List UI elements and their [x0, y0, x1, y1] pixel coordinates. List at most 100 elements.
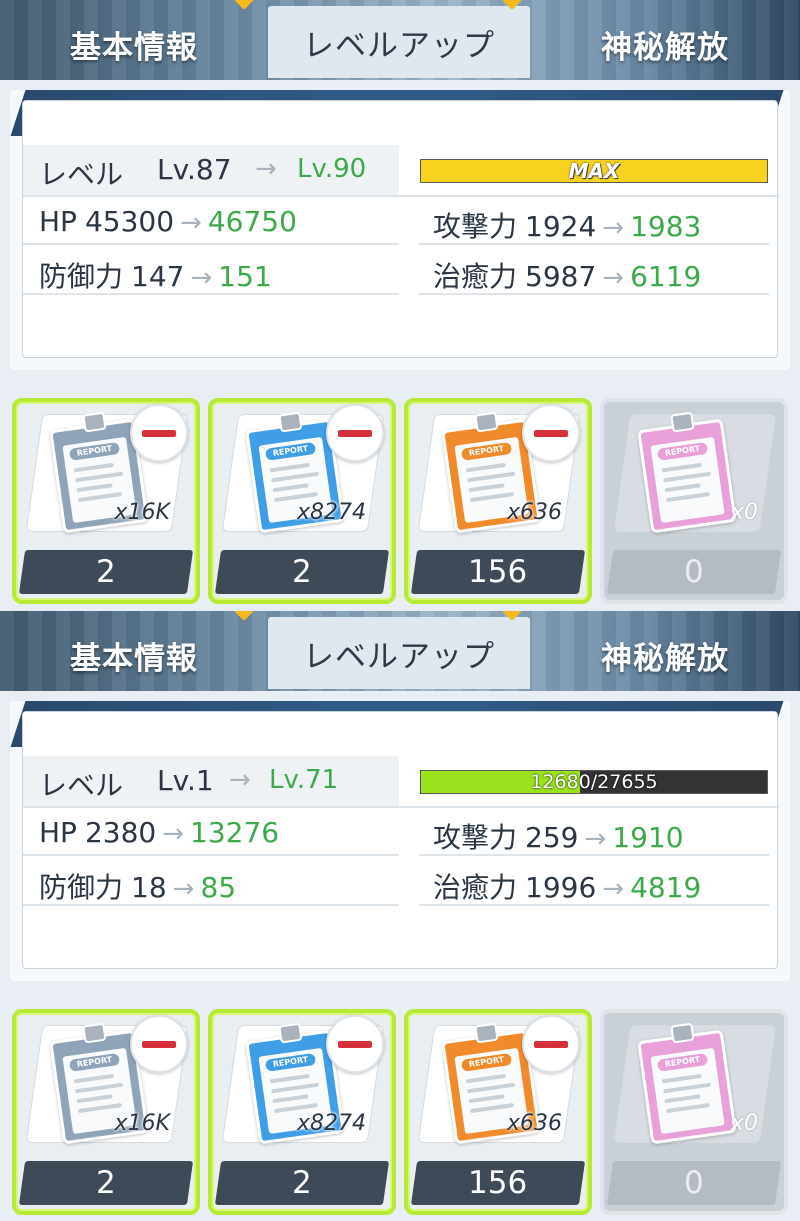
stat-def: 防御力 18 → 85: [39, 866, 236, 906]
material-slot[interactable]: REPORT x636 156: [404, 398, 592, 604]
stat-target: 151: [218, 260, 272, 293]
material-slot[interactable]: REPORT x16K 2: [12, 1009, 200, 1215]
selected-count-value: 0: [684, 554, 704, 590]
stat-heal: 治癒力 1996 → 4819: [433, 866, 701, 906]
stat-target: 4819: [630, 871, 702, 904]
material-slot[interactable]: REPORT x636 156: [404, 1009, 592, 1215]
report-clipboard-icon: REPORT: [637, 411, 737, 534]
arrow-right-icon: →: [172, 874, 195, 904]
stat-label: 治癒力: [433, 260, 518, 293]
stat-target: 85: [200, 871, 237, 904]
tab-bar: 基本情報 レベルアップ 神秘解放: [0, 611, 800, 691]
selected-count-value: 2: [96, 1165, 116, 1201]
selected-count-value: 2: [292, 1165, 312, 1201]
tab-level-up[interactable]: レベルアップ: [268, 617, 530, 689]
levelup-screen-2: 基本情報 レベルアップ 神秘解放 強化情報 レベル Lv.1 → Lv.71 1…: [0, 611, 800, 1221]
material-slot[interactable]: REPORT x16K 2: [12, 398, 200, 604]
stat-def: 防御力 147 → 151: [39, 255, 272, 295]
exp-bar: MAX: [420, 159, 768, 183]
report-tag: REPORT: [68, 1052, 121, 1072]
decrease-button[interactable]: [326, 404, 384, 462]
material-slot[interactable]: REPORT x8274 2: [208, 398, 396, 604]
stat-label: 治癒力: [433, 871, 518, 904]
owned-quantity: x636: [506, 1111, 562, 1136]
owned-quantity: x0: [730, 500, 758, 525]
stat-current: 5987: [525, 260, 597, 293]
stat-hp: HP 45300 → 46750: [39, 205, 297, 238]
level-target: Lv.90: [297, 154, 367, 184]
stat-label: HP: [39, 205, 77, 238]
levelup-screen-1: 基本情報 レベルアップ 神秘解放 強化情報 レベル Lv.87 → Lv.90 …: [0, 0, 800, 610]
tab-basic-info[interactable]: 基本情報: [0, 8, 268, 80]
report-tag: REPORT: [264, 441, 317, 461]
stat-label: 攻撃力: [433, 821, 518, 854]
owned-quantity: x8274: [296, 500, 366, 525]
stat-atk: 攻撃力 1924 → 1983: [433, 205, 701, 245]
arrow-right-icon: →: [180, 208, 202, 238]
enhance-info-card: 強化情報 レベル Lv.1 → Lv.71 12680/27655 HP2380…: [10, 701, 790, 981]
stats-table: レベル Lv.1 → Lv.71 12680/27655 HP 2380 → 1327…: [22, 711, 779, 969]
minus-icon: [338, 1040, 372, 1048]
report-tag: REPORT: [656, 441, 709, 461]
minus-icon: [338, 429, 372, 437]
material-slot[interactable]: REPORT x0 0: [600, 398, 788, 604]
stat-row: HP 2380 → 13276 攻撃力 259 → 1910: [23, 808, 779, 856]
owned-quantity: x16K: [114, 500, 170, 525]
level-row: レベル Lv.87 → Lv.90 MAX: [23, 145, 779, 197]
arrow-right-icon: →: [584, 824, 607, 854]
stat-atk: 攻撃力 259 → 1910: [433, 816, 684, 856]
decrease-button[interactable]: [522, 1015, 580, 1073]
stat-current: 2380: [84, 816, 157, 849]
stat-heal: 治癒力 5987 → 6119: [433, 255, 701, 295]
minus-icon: [534, 429, 568, 437]
owned-quantity: x8274: [296, 1111, 366, 1136]
stat-label: 攻撃力: [433, 210, 518, 243]
decrease-button[interactable]: [522, 404, 580, 462]
stat-target: 1910: [612, 821, 684, 854]
selected-count: 2: [214, 1161, 390, 1205]
stat-target: 1983: [630, 210, 702, 243]
minus-icon: [534, 1040, 568, 1048]
report-clipboard-icon: REPORT: [637, 1022, 737, 1145]
tab-basic-info[interactable]: 基本情報: [0, 619, 268, 691]
stat-row: 防御力 147 → 151 治癒力 5987 → 6119: [23, 247, 779, 295]
stat-target: 13276: [190, 816, 280, 849]
arrow-right-icon: →: [162, 819, 185, 849]
selected-count: 2: [18, 550, 194, 594]
level-current: Lv.1: [157, 764, 214, 797]
stat-current: 147: [131, 260, 185, 293]
stat-current: 259: [525, 821, 579, 854]
minus-icon: [142, 1040, 176, 1048]
stat-current: 45300: [84, 205, 175, 238]
selected-count-value: 0: [684, 1165, 704, 1201]
level-target: Lv.71: [269, 765, 339, 795]
material-slot[interactable]: REPORT x8274 2: [208, 1009, 396, 1215]
material-slot[interactable]: REPORT x0 0: [600, 1009, 788, 1215]
arrow-right-icon: →: [602, 213, 625, 243]
selected-count-value: 2: [96, 554, 116, 590]
arrow-right-icon: →: [602, 263, 625, 293]
material-items: REPORT x16K 2 REPORT x8274 2 REPORT x636…: [0, 392, 800, 610]
report-tag: REPORT: [460, 1052, 513, 1072]
selected-count: 0: [606, 550, 782, 594]
level-current: Lv.87: [157, 153, 232, 186]
stat-current: 1996: [525, 871, 597, 904]
tab-bar: 基本情報 レベルアップ 神秘解放: [0, 0, 800, 80]
report-tag: REPORT: [68, 441, 121, 461]
stat-target: 46750: [207, 205, 297, 238]
decrease-button[interactable]: [130, 404, 188, 462]
material-items: REPORT x16K 2 REPORT x8274 2 REPORT x636…: [0, 1003, 800, 1221]
exp-bar-text: MAX: [568, 159, 620, 183]
arrow-right-icon: →: [229, 765, 251, 795]
decrease-button[interactable]: [130, 1015, 188, 1073]
tab-level-up[interactable]: レベルアップ: [268, 6, 530, 78]
stat-label: 防御力: [39, 260, 124, 293]
level-cell: レベル Lv.87 → Lv.90: [23, 145, 399, 195]
tab-mystic-release[interactable]: 神秘解放: [530, 8, 800, 80]
selected-count-value: 156: [468, 1165, 528, 1201]
tab-mystic-release[interactable]: 神秘解放: [530, 619, 800, 691]
report-tag: REPORT: [656, 1052, 709, 1072]
level-label: レベル: [39, 158, 124, 191]
decrease-button[interactable]: [326, 1015, 384, 1073]
stats-table: レベル Lv.87 → Lv.90 MAX HP 45300 → 46750 攻撃力 1…: [22, 100, 779, 358]
